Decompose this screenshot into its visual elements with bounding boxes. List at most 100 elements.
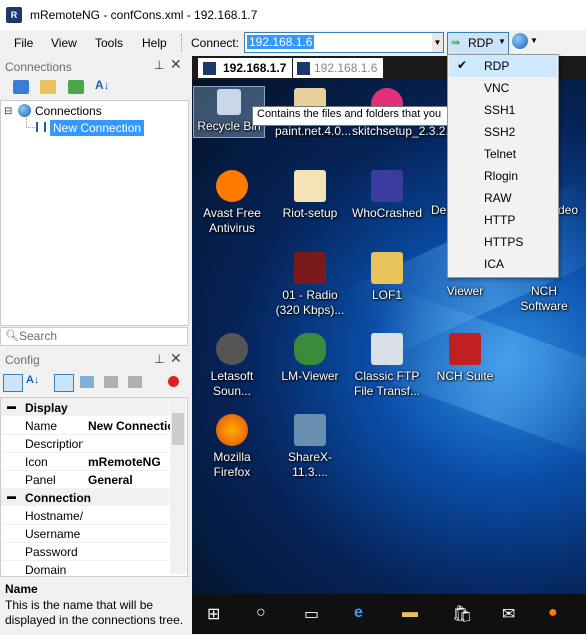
partial-shortcut[interactable]: deo (558, 203, 586, 218)
lof1-folder-shortcut[interactable]: LOF1 (352, 252, 422, 303)
property-row[interactable]: Icon mRemoteNG (1, 452, 169, 471)
category-connection[interactable]: Connection ▬ (1, 488, 169, 506)
menu-view[interactable]: View (51, 36, 77, 50)
host-status-icon[interactable] (168, 376, 179, 387)
riot-setup-shortcut[interactable]: Riot-setup (275, 170, 345, 221)
collapse-icon: ▬ (7, 491, 16, 501)
shortcut-label: LOF1 (371, 288, 402, 302)
shortcut-label: ShareX-11.3.... (287, 450, 333, 479)
property-row[interactable]: Password (1, 542, 169, 561)
mremoteng-app-icon: R (6, 7, 22, 23)
new-connection-icon[interactable] (13, 80, 29, 94)
protocol-dropdown-menu: ✔ RDP VNC SSH1 SSH2 Telnet Rlogin RAW HTT… (447, 54, 559, 278)
view-icon[interactable] (68, 80, 84, 94)
property-value: mRemoteNG (88, 455, 161, 469)
whocrashed-shortcut[interactable]: WhoCrashed (352, 170, 422, 221)
property-row[interactable]: Description (1, 434, 169, 453)
property-row[interactable]: Username (1, 524, 169, 543)
installer-icon (294, 414, 326, 446)
firefox-icon[interactable]: ● (548, 604, 558, 622)
riot-icon (294, 170, 326, 202)
tooltip: Contains the files and folders that you (252, 106, 462, 126)
menu-file[interactable]: File (14, 36, 33, 50)
description-text: This is the name that will be displayed … (5, 598, 184, 627)
windows-start-icon[interactable]: ⊞ (207, 604, 220, 624)
protocol-option-http[interactable]: HTTP (449, 209, 557, 231)
viewer-shortcut[interactable]: Viewer (430, 284, 500, 299)
menu-help[interactable]: Help (142, 36, 167, 50)
option-label: HTTP (484, 213, 516, 227)
search-input[interactable]: 🔍︎ Search (0, 327, 188, 346)
search-icon: 🔍︎ (5, 330, 19, 342)
category-label: Display (25, 401, 68, 415)
protocol-option-ssh2[interactable]: SSH2 (449, 121, 557, 143)
property-row[interactable]: Name New Connection (1, 416, 170, 435)
firefox-shortcut[interactable]: Mozilla Firefox (197, 414, 267, 480)
option-label: Telnet (484, 147, 517, 161)
property-row[interactable]: Hostname/I (1, 506, 169, 525)
inheritance-icon[interactable] (80, 376, 94, 388)
protocol-option-raw[interactable]: RAW (449, 187, 557, 209)
nch-suite-shortcut[interactable]: NCH Suite (430, 333, 500, 384)
protocol-option-vnc[interactable]: VNC (449, 77, 557, 99)
task-view-icon[interactable]: ▭ (304, 604, 319, 624)
protocol-button[interactable]: ⇛ RDP ▼ (447, 32, 509, 55)
protocol-option-rdp[interactable]: ✔ RDP (449, 55, 557, 77)
connect-dropdown-chevron-icon[interactable]: ▼ (432, 32, 444, 53)
option-label: Rlogin (484, 169, 519, 183)
radio-mp3-shortcut[interactable]: 01 - Radio (320 Kbps)... (272, 252, 348, 318)
protocol-option-ssh1[interactable]: SSH1 (449, 99, 557, 121)
property-name: Name (25, 419, 58, 433)
file-explorer-icon[interactable]: ▬ (402, 604, 418, 622)
shortcut-label: Avast Free Antivirus (203, 206, 261, 235)
letasoft-shortcut[interactable]: Letasoft Soun... (197, 333, 267, 399)
search-circle-icon[interactable]: ○ (256, 604, 266, 622)
store-icon[interactable]: 🛍︎ (452, 604, 472, 624)
protocol-option-rlogin[interactable]: Rlogin (449, 165, 557, 187)
edge-browser-icon[interactable]: e (354, 604, 363, 622)
protocol-option-https[interactable]: HTTPS (449, 231, 557, 253)
lm-viewer-shortcut[interactable]: LM-Viewer (275, 333, 345, 384)
connect-address-input[interactable]: 192.168.1.6 (244, 32, 434, 53)
external-tools-button[interactable]: ▼ (512, 33, 542, 53)
protocol-option-telnet[interactable]: Telnet (449, 143, 557, 165)
shortcut-label: Riot-setup (282, 206, 338, 220)
categorized-view-icon[interactable] (3, 374, 23, 392)
classic-ftp-shortcut[interactable]: Classic FTP File Transf... (352, 333, 422, 399)
menu-tools[interactable]: Tools (95, 36, 123, 50)
sharex-setup-shortcut[interactable]: ShareX-11.3.... (275, 414, 345, 480)
protocol-option-ica[interactable]: ICA (449, 253, 557, 275)
chevron-down-icon: ▼ (498, 37, 506, 46)
property-name: Description (25, 437, 83, 451)
connection-icon (36, 122, 46, 132)
pin-icon[interactable]: ⊥ (154, 58, 164, 72)
pin-icon[interactable]: ⊥ (154, 352, 164, 366)
collapse-icon[interactable]: ⊟ (4, 106, 12, 117)
property-name: Username (25, 527, 81, 541)
nch-suite-icon (449, 333, 481, 365)
tree-item-new-connection[interactable]: New Connection (50, 120, 145, 136)
new-folder-icon[interactable] (40, 80, 56, 94)
properties-icon[interactable] (54, 374, 74, 392)
ftp-icon (371, 333, 403, 365)
default-properties-icon[interactable] (104, 376, 118, 388)
tab-label: 192.168.1.6 (314, 61, 378, 75)
scrollbar-thumb[interactable] (172, 413, 184, 445)
nch-software-shortcut[interactable]: NCH Software (509, 284, 579, 314)
close-icon[interactable]: ✕ (170, 350, 182, 367)
property-name: Password (25, 545, 78, 559)
avast-shortcut[interactable]: Avast Free Antivirus (197, 170, 267, 236)
property-row[interactable]: Panel General (1, 470, 169, 489)
tab-label: 192.168.1.7 (223, 61, 287, 75)
sort-az-icon[interactable]: A↓ (95, 78, 110, 92)
shortcut-label: 01 - Radio (320 Kbps)... (275, 288, 345, 317)
category-display[interactable]: Display ▬ (1, 398, 169, 416)
option-label: SSH1 (484, 103, 516, 117)
shortcut-label: paint.net.4.0... (275, 124, 352, 138)
property-name: Panel (25, 473, 56, 487)
mail-icon[interactable]: ✉ (502, 604, 515, 624)
alphabetical-sort-icon[interactable]: A↓ (26, 374, 39, 386)
default-inheritance-icon[interactable] (128, 376, 142, 388)
close-icon[interactable]: ✕ (170, 56, 182, 73)
tree-root-connections[interactable]: Connections (35, 104, 102, 118)
